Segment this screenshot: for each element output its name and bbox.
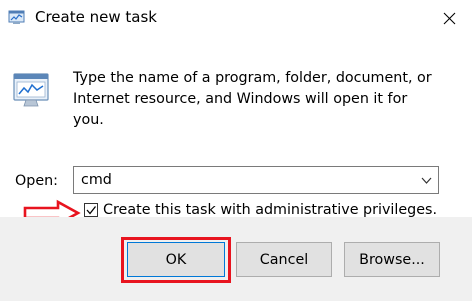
cancel-button[interactable]: Cancel bbox=[236, 242, 332, 277]
admin-privileges-label[interactable]: Create this task with administrative pri… bbox=[103, 202, 437, 218]
close-icon bbox=[443, 12, 455, 24]
browse-button[interactable]: Browse... bbox=[344, 242, 440, 277]
title-bar[interactable]: Create new task bbox=[0, 0, 472, 36]
dialog-content: Type the name of a program, folder, docu… bbox=[0, 36, 472, 227]
admin-privileges-checkbox[interactable] bbox=[84, 203, 98, 217]
chevron-down-icon[interactable] bbox=[421, 175, 432, 186]
open-label: Open: bbox=[15, 173, 59, 189]
window-title: Create new task bbox=[35, 8, 157, 26]
instruction-text: Type the name of a program, folder, docu… bbox=[73, 70, 432, 128]
run-program-icon bbox=[12, 70, 52, 110]
task-manager-icon bbox=[8, 9, 25, 26]
open-input-value[interactable]: cmd bbox=[81, 172, 112, 188]
close-button[interactable] bbox=[426, 0, 472, 36]
create-new-task-dialog: Create new task Type the name of a progr… bbox=[0, 0, 472, 301]
checkmark-icon bbox=[86, 206, 97, 215]
ok-button[interactable]: OK bbox=[127, 242, 225, 277]
open-combobox[interactable]: cmd bbox=[73, 166, 439, 194]
